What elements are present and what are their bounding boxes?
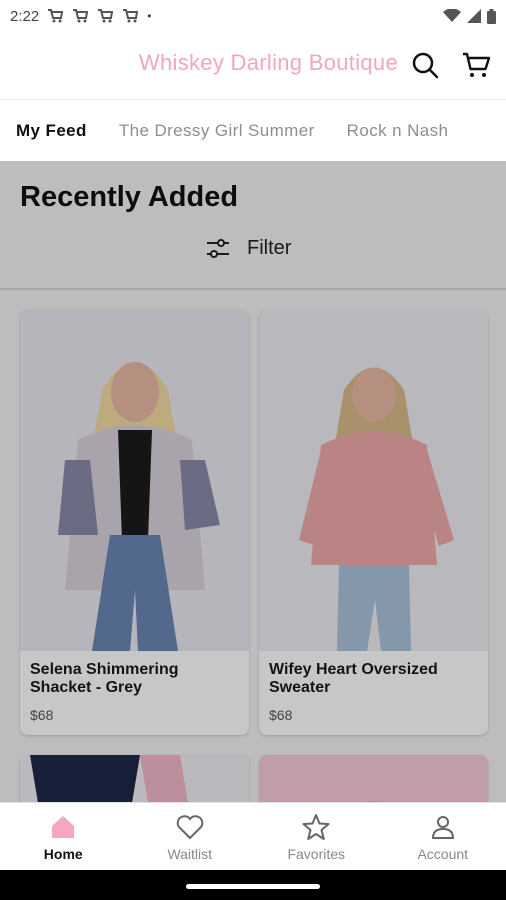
heart-icon xyxy=(176,814,204,839)
cart-notification-icon xyxy=(123,9,139,23)
product-card[interactable]: Wifey Heart Oversized Sweater $68 xyxy=(259,310,488,735)
wifi-icon xyxy=(443,9,461,22)
system-icons xyxy=(443,8,496,24)
brand-title: Whiskey Darling Boutique xyxy=(138,50,398,75)
product-card[interactable] xyxy=(20,755,249,802)
product-card[interactable] xyxy=(259,755,488,802)
status-time: 2:22 xyxy=(10,7,40,25)
divider xyxy=(0,288,506,290)
cart-notification-icon xyxy=(73,9,89,23)
product-price: $68 xyxy=(269,707,293,723)
product-name: Wifey Heart Oversized Sweater xyxy=(269,661,438,696)
gesture-bar xyxy=(0,870,506,900)
product-image[interactable] xyxy=(20,310,249,651)
product-photo-sweater xyxy=(259,310,488,651)
product-card[interactable]: Selena Shimmering Shacket - Grey $68 xyxy=(20,310,249,735)
nav-home[interactable]: Home xyxy=(0,803,127,870)
cart-notification-icon xyxy=(48,9,64,23)
gesture-handle[interactable] xyxy=(186,884,320,889)
product-name: Selena Shimmering Shacket - Grey xyxy=(30,661,179,696)
tab-dressy-girl-summer[interactable]: The Dressy Girl Summer xyxy=(119,111,315,151)
bottom-navigation: Home Waitlist Favorites Account xyxy=(0,802,506,870)
home-icon xyxy=(52,815,75,838)
status-bar: 2:22 • xyxy=(0,0,506,32)
status-dot: • xyxy=(147,9,152,23)
filter-button[interactable]: Filter xyxy=(205,237,291,260)
tab-my-feed[interactable]: My Feed xyxy=(16,111,87,151)
nav-waitlist-label: Waitlist xyxy=(167,845,213,862)
nav-favorites[interactable]: Favorites xyxy=(253,803,380,870)
filter-sliders-icon xyxy=(207,238,229,258)
person-icon xyxy=(431,815,454,839)
product-photo-partial xyxy=(259,755,488,802)
product-price: $68 xyxy=(30,707,54,723)
nav-home-label: Home xyxy=(43,845,83,862)
section-title: Recently Added xyxy=(20,181,239,213)
product-photo-partial xyxy=(20,755,249,802)
category-tabs: My Feed The Dressy Girl Summer Rock n Na… xyxy=(0,99,506,161)
nav-account-label: Account xyxy=(417,845,469,862)
app-header: Whiskey Darling Boutique xyxy=(0,32,506,98)
cart-icon[interactable] xyxy=(461,50,491,80)
tab-rock-n-nash[interactable]: Rock n Nash xyxy=(347,111,449,151)
product-image[interactable] xyxy=(259,310,488,651)
product-photo-shacket xyxy=(20,310,249,651)
cart-notification-icon xyxy=(98,9,114,23)
search-icon[interactable] xyxy=(410,50,440,80)
notification-icons: • xyxy=(47,9,151,23)
signal-icon xyxy=(467,9,481,23)
feed-content[interactable]: Recently Added Filter Selena Shimmering … xyxy=(0,161,506,802)
nav-waitlist[interactable]: Waitlist xyxy=(127,803,254,870)
nav-favorites-label: Favorites xyxy=(287,845,346,862)
filter-label: Filter xyxy=(247,237,292,259)
star-icon xyxy=(302,813,330,840)
battery-icon xyxy=(487,8,496,24)
nav-account[interactable]: Account xyxy=(380,803,506,870)
